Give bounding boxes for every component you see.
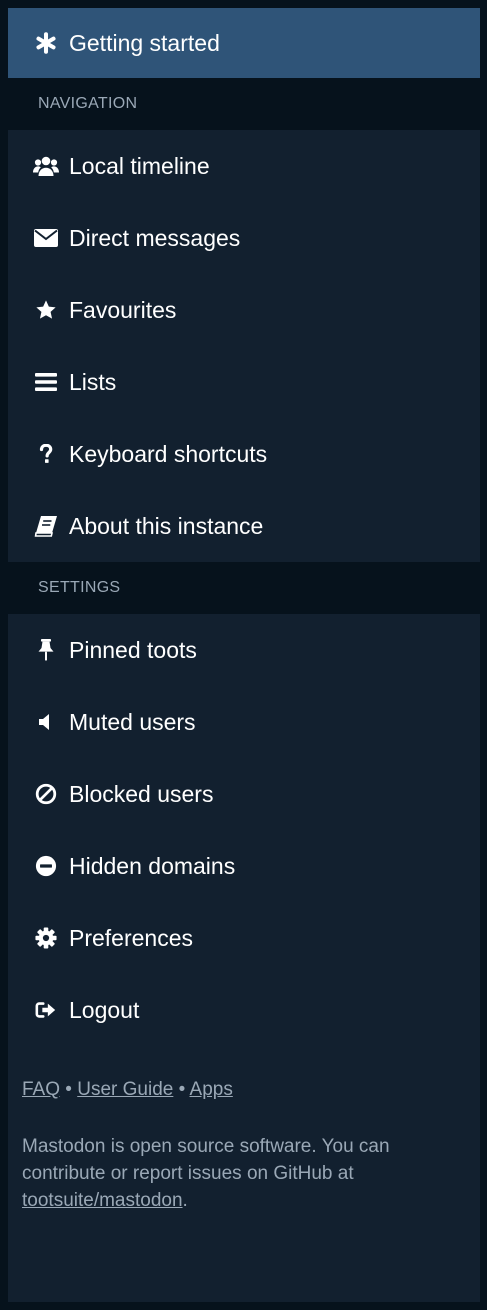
asterisk-icon — [32, 29, 60, 57]
footer: FAQ • User Guide • Apps Mastodon is open… — [8, 1046, 480, 1214]
about-period: . — [182, 1190, 188, 1211]
nav-item-blocked-users[interactable]: Blocked users — [8, 758, 480, 830]
nav-item-label: Favourites — [69, 296, 177, 323]
nav-item-preferences[interactable]: Preferences — [8, 902, 480, 974]
footer-separator: • — [173, 1079, 190, 1100]
nav-item-hidden-domains[interactable]: Hidden domains — [8, 830, 480, 902]
nav-item-keyboard-shortcuts[interactable]: Keyboard shortcuts — [8, 418, 480, 490]
nav-item-label: Blocked users — [69, 780, 214, 807]
nav-item-label: Lists — [69, 368, 117, 395]
cog-icon — [32, 924, 60, 952]
nav-item-label: Pinned toots — [69, 636, 197, 663]
nav-item-label: About this instance — [69, 512, 264, 539]
footer-separator: • — [60, 1079, 78, 1100]
navigation-list: Local timeline Direct messages Favourite… — [8, 130, 480, 562]
nav-item-muted-users[interactable]: Muted users — [8, 686, 480, 758]
nav-item-label: Muted users — [69, 708, 196, 735]
about-text: Mastodon is open source software. You ca… — [22, 1133, 466, 1214]
nav-item-about-instance[interactable]: About this instance — [8, 490, 480, 562]
nav-item-favourites[interactable]: Favourites — [8, 274, 480, 346]
nav-item-label: Hidden domains — [69, 852, 236, 879]
about-description: Mastodon is open source software. You ca… — [22, 1136, 390, 1184]
faq-link[interactable]: FAQ — [22, 1079, 60, 1100]
bars-icon — [32, 368, 60, 396]
volume-off-icon — [32, 708, 60, 736]
github-repo-link[interactable]: tootsuite/mastodon — [22, 1190, 183, 1211]
getting-started-label: Getting started — [69, 29, 220, 56]
nav-item-label: Preferences — [69, 924, 194, 951]
settings-section-title: SETTINGS — [8, 562, 480, 614]
nav-item-label: Local timeline — [69, 152, 210, 179]
apps-link[interactable]: Apps — [190, 1079, 233, 1100]
thumbtack-icon — [32, 636, 60, 664]
settings-list: Pinned toots Muted users Blocked users H… — [8, 614, 480, 1046]
minus-circle-icon — [32, 852, 60, 880]
nav-item-logout[interactable]: Logout — [8, 974, 480, 1046]
question-icon — [32, 440, 60, 468]
nav-item-pinned-toots[interactable]: Pinned toots — [8, 614, 480, 686]
getting-started-panel: Getting started NAVIGATION Local timelin… — [8, 8, 480, 1302]
users-icon — [32, 152, 60, 180]
user-guide-link[interactable]: User Guide — [77, 1079, 173, 1100]
envelope-icon — [32, 224, 60, 252]
star-icon — [32, 296, 60, 324]
nav-item-label: Keyboard shortcuts — [69, 440, 268, 467]
nav-item-local-timeline[interactable]: Local timeline — [8, 130, 480, 202]
ban-icon — [32, 780, 60, 808]
navigation-section-title: NAVIGATION — [8, 78, 480, 130]
getting-started-header[interactable]: Getting started — [8, 8, 480, 78]
sign-out-icon — [32, 996, 60, 1024]
footer-links: FAQ • User Guide • Apps — [22, 1076, 466, 1103]
nav-item-direct-messages[interactable]: Direct messages — [8, 202, 480, 274]
nav-item-label: Logout — [69, 996, 140, 1023]
nav-item-lists[interactable]: Lists — [8, 346, 480, 418]
book-icon — [32, 512, 60, 540]
nav-item-label: Direct messages — [69, 224, 241, 251]
